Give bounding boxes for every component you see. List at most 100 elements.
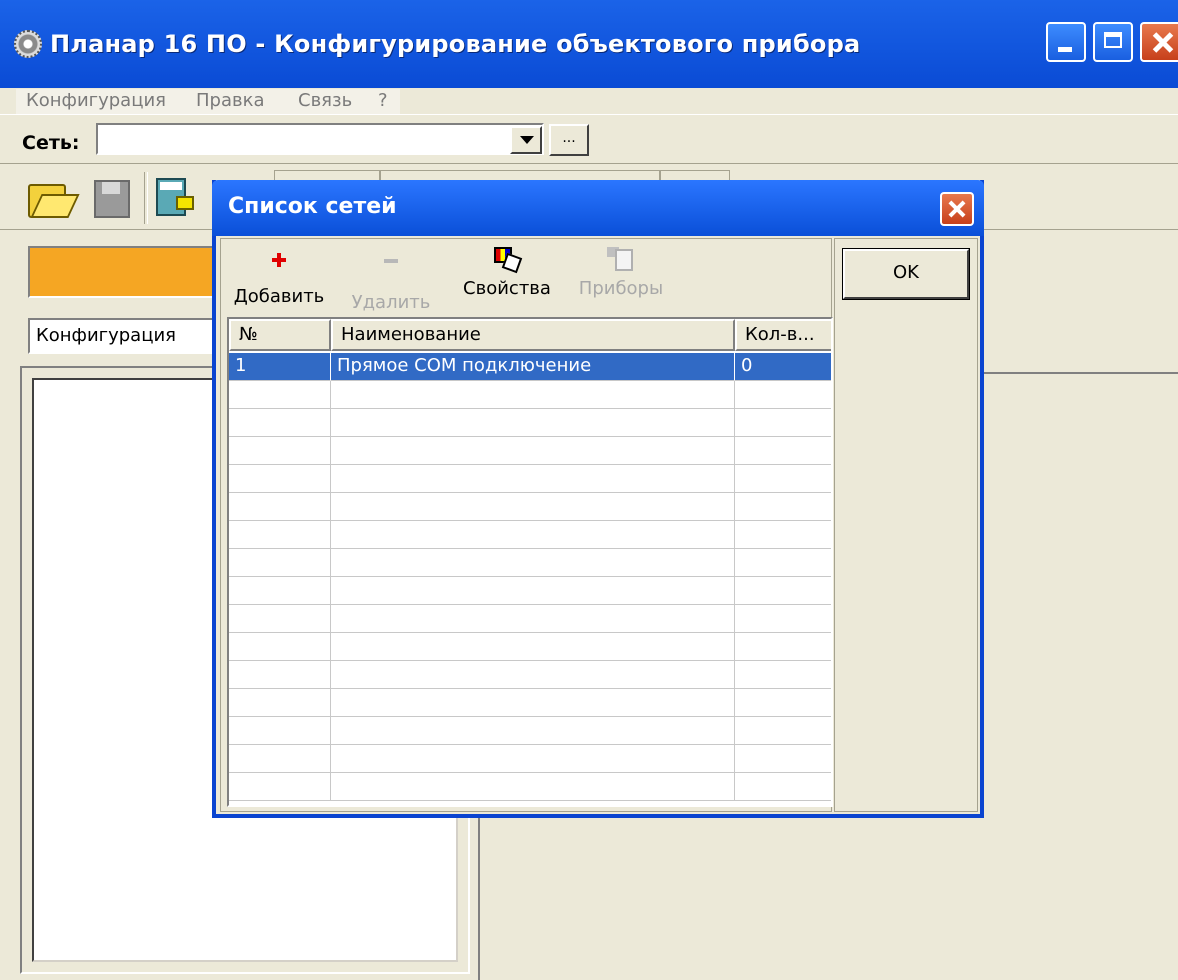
table-row-empty: [229, 661, 831, 689]
add-button[interactable]: Добавить: [229, 243, 329, 315]
delete-label: Удалить: [351, 292, 431, 313]
network-dropdown-button[interactable]: [510, 126, 542, 154]
cell-empty: [735, 661, 831, 689]
cell-empty: [735, 493, 831, 521]
cell-empty: [229, 465, 331, 493]
devices-icon: [607, 245, 635, 273]
cell-empty: [229, 437, 331, 465]
table-row-empty: [229, 521, 831, 549]
cell-empty: [331, 381, 735, 409]
cell-empty: [229, 493, 331, 521]
cell-empty: [331, 661, 735, 689]
menu-configuration[interactable]: Конфигурация: [26, 88, 166, 114]
delete-button[interactable]: Удалить: [343, 243, 439, 315]
column-header-name[interactable]: Наименование: [331, 319, 735, 351]
cell-empty: [735, 437, 831, 465]
column-header-number[interactable]: №: [229, 319, 331, 351]
devices-button[interactable]: Приборы: [575, 243, 667, 315]
cell-empty: [331, 773, 735, 801]
cell-empty: [735, 689, 831, 717]
cell-empty: [735, 605, 831, 633]
dialog-content: Добавить Удалить Свойства Приборы № Наим…: [220, 238, 833, 812]
table-row-empty: [229, 381, 831, 409]
table-row-empty: [229, 465, 831, 493]
cell-empty: [229, 661, 331, 689]
cell-empty: [229, 381, 331, 409]
toolbar-separator: [144, 172, 148, 224]
cell-empty: [735, 521, 831, 549]
network-bar: Сеть: ...: [0, 114, 1178, 164]
table-row[interactable]: 1 Прямое COM подключение 0: [229, 353, 831, 381]
network-label: Сеть:: [22, 132, 80, 154]
table-row-empty: [229, 689, 831, 717]
table-row-empty: [229, 745, 831, 773]
cell-number: 1: [229, 353, 331, 381]
cell-empty: [229, 409, 331, 437]
table-row-empty: [229, 549, 831, 577]
menu-help[interactable]: ?: [378, 88, 388, 114]
cell-empty: [229, 521, 331, 549]
cell-empty: [735, 409, 831, 437]
gear-icon: [14, 30, 42, 58]
cell-empty: [735, 577, 831, 605]
cell-count: 0: [735, 353, 831, 381]
cell-empty: [735, 717, 831, 745]
cell-empty: [735, 745, 831, 773]
cell-empty: [331, 409, 735, 437]
plus-icon: [272, 253, 286, 267]
cell-empty: [331, 521, 735, 549]
save-icon[interactable]: [92, 176, 136, 218]
add-label: Добавить: [233, 286, 325, 307]
properties-icon: [492, 245, 523, 274]
cell-empty: [331, 437, 735, 465]
maximize-button[interactable]: [1093, 22, 1133, 62]
cell-empty: [735, 381, 831, 409]
minimize-button[interactable]: [1046, 22, 1086, 62]
dialog-close-button[interactable]: [940, 192, 974, 226]
column-header-count[interactable]: Кол-в...: [735, 319, 831, 351]
main-titlebar[interactable]: Планар 16 ПО - Конфигурирование объектов…: [0, 0, 1178, 88]
dialog-titlebar[interactable]: Список сетей: [212, 180, 984, 236]
cell-empty: [229, 773, 331, 801]
cell-empty: [735, 465, 831, 493]
ok-button[interactable]: OK: [842, 248, 970, 300]
properties-button[interactable]: Свойства: [457, 243, 557, 315]
cell-empty: [331, 493, 735, 521]
menu-edit[interactable]: Правка: [196, 88, 265, 114]
network-select[interactable]: [96, 123, 544, 155]
menu-connection[interactable]: Связь: [298, 88, 352, 114]
cell-empty: [229, 633, 331, 661]
cell-empty: [331, 745, 735, 773]
table-row-empty: [229, 493, 831, 521]
configuration-field[interactable]: Конфигурация: [28, 318, 228, 354]
cell-empty: [735, 633, 831, 661]
cell-empty: [229, 549, 331, 577]
cell-empty: [331, 689, 735, 717]
table-row-empty: [229, 605, 831, 633]
cell-empty: [229, 745, 331, 773]
devices-label: Приборы: [578, 278, 664, 299]
close-button[interactable]: [1140, 22, 1178, 62]
status-indicator: [28, 246, 228, 298]
cell-empty: [331, 605, 735, 633]
network-browse-button[interactable]: ...: [549, 124, 589, 156]
cell-empty: [331, 549, 735, 577]
table-row-empty: [229, 717, 831, 745]
networks-table[interactable]: № Наименование Кол-в... 1 Прямое COM под…: [227, 317, 833, 807]
table-row-empty: [229, 409, 831, 437]
dialog-buttons-panel: OK: [834, 238, 978, 812]
cell-empty: [331, 465, 735, 493]
table-row-empty: [229, 437, 831, 465]
cell-name: Прямое COM подключение: [331, 353, 735, 381]
cell-empty: [331, 717, 735, 745]
table-row-empty: [229, 633, 831, 661]
minus-icon: [384, 259, 398, 263]
table-row-empty: [229, 577, 831, 605]
cell-empty: [331, 633, 735, 661]
open-folder-icon[interactable]: [26, 176, 80, 218]
export-config-icon[interactable]: [150, 176, 194, 218]
dialog-body: Добавить Удалить Свойства Приборы № Наим…: [216, 236, 980, 814]
window-title: Планар 16 ПО - Конфигурирование объектов…: [50, 30, 861, 58]
cell-empty: [229, 605, 331, 633]
networks-dialog: Список сетей Добавить Удалить Свойства П…: [212, 180, 984, 818]
